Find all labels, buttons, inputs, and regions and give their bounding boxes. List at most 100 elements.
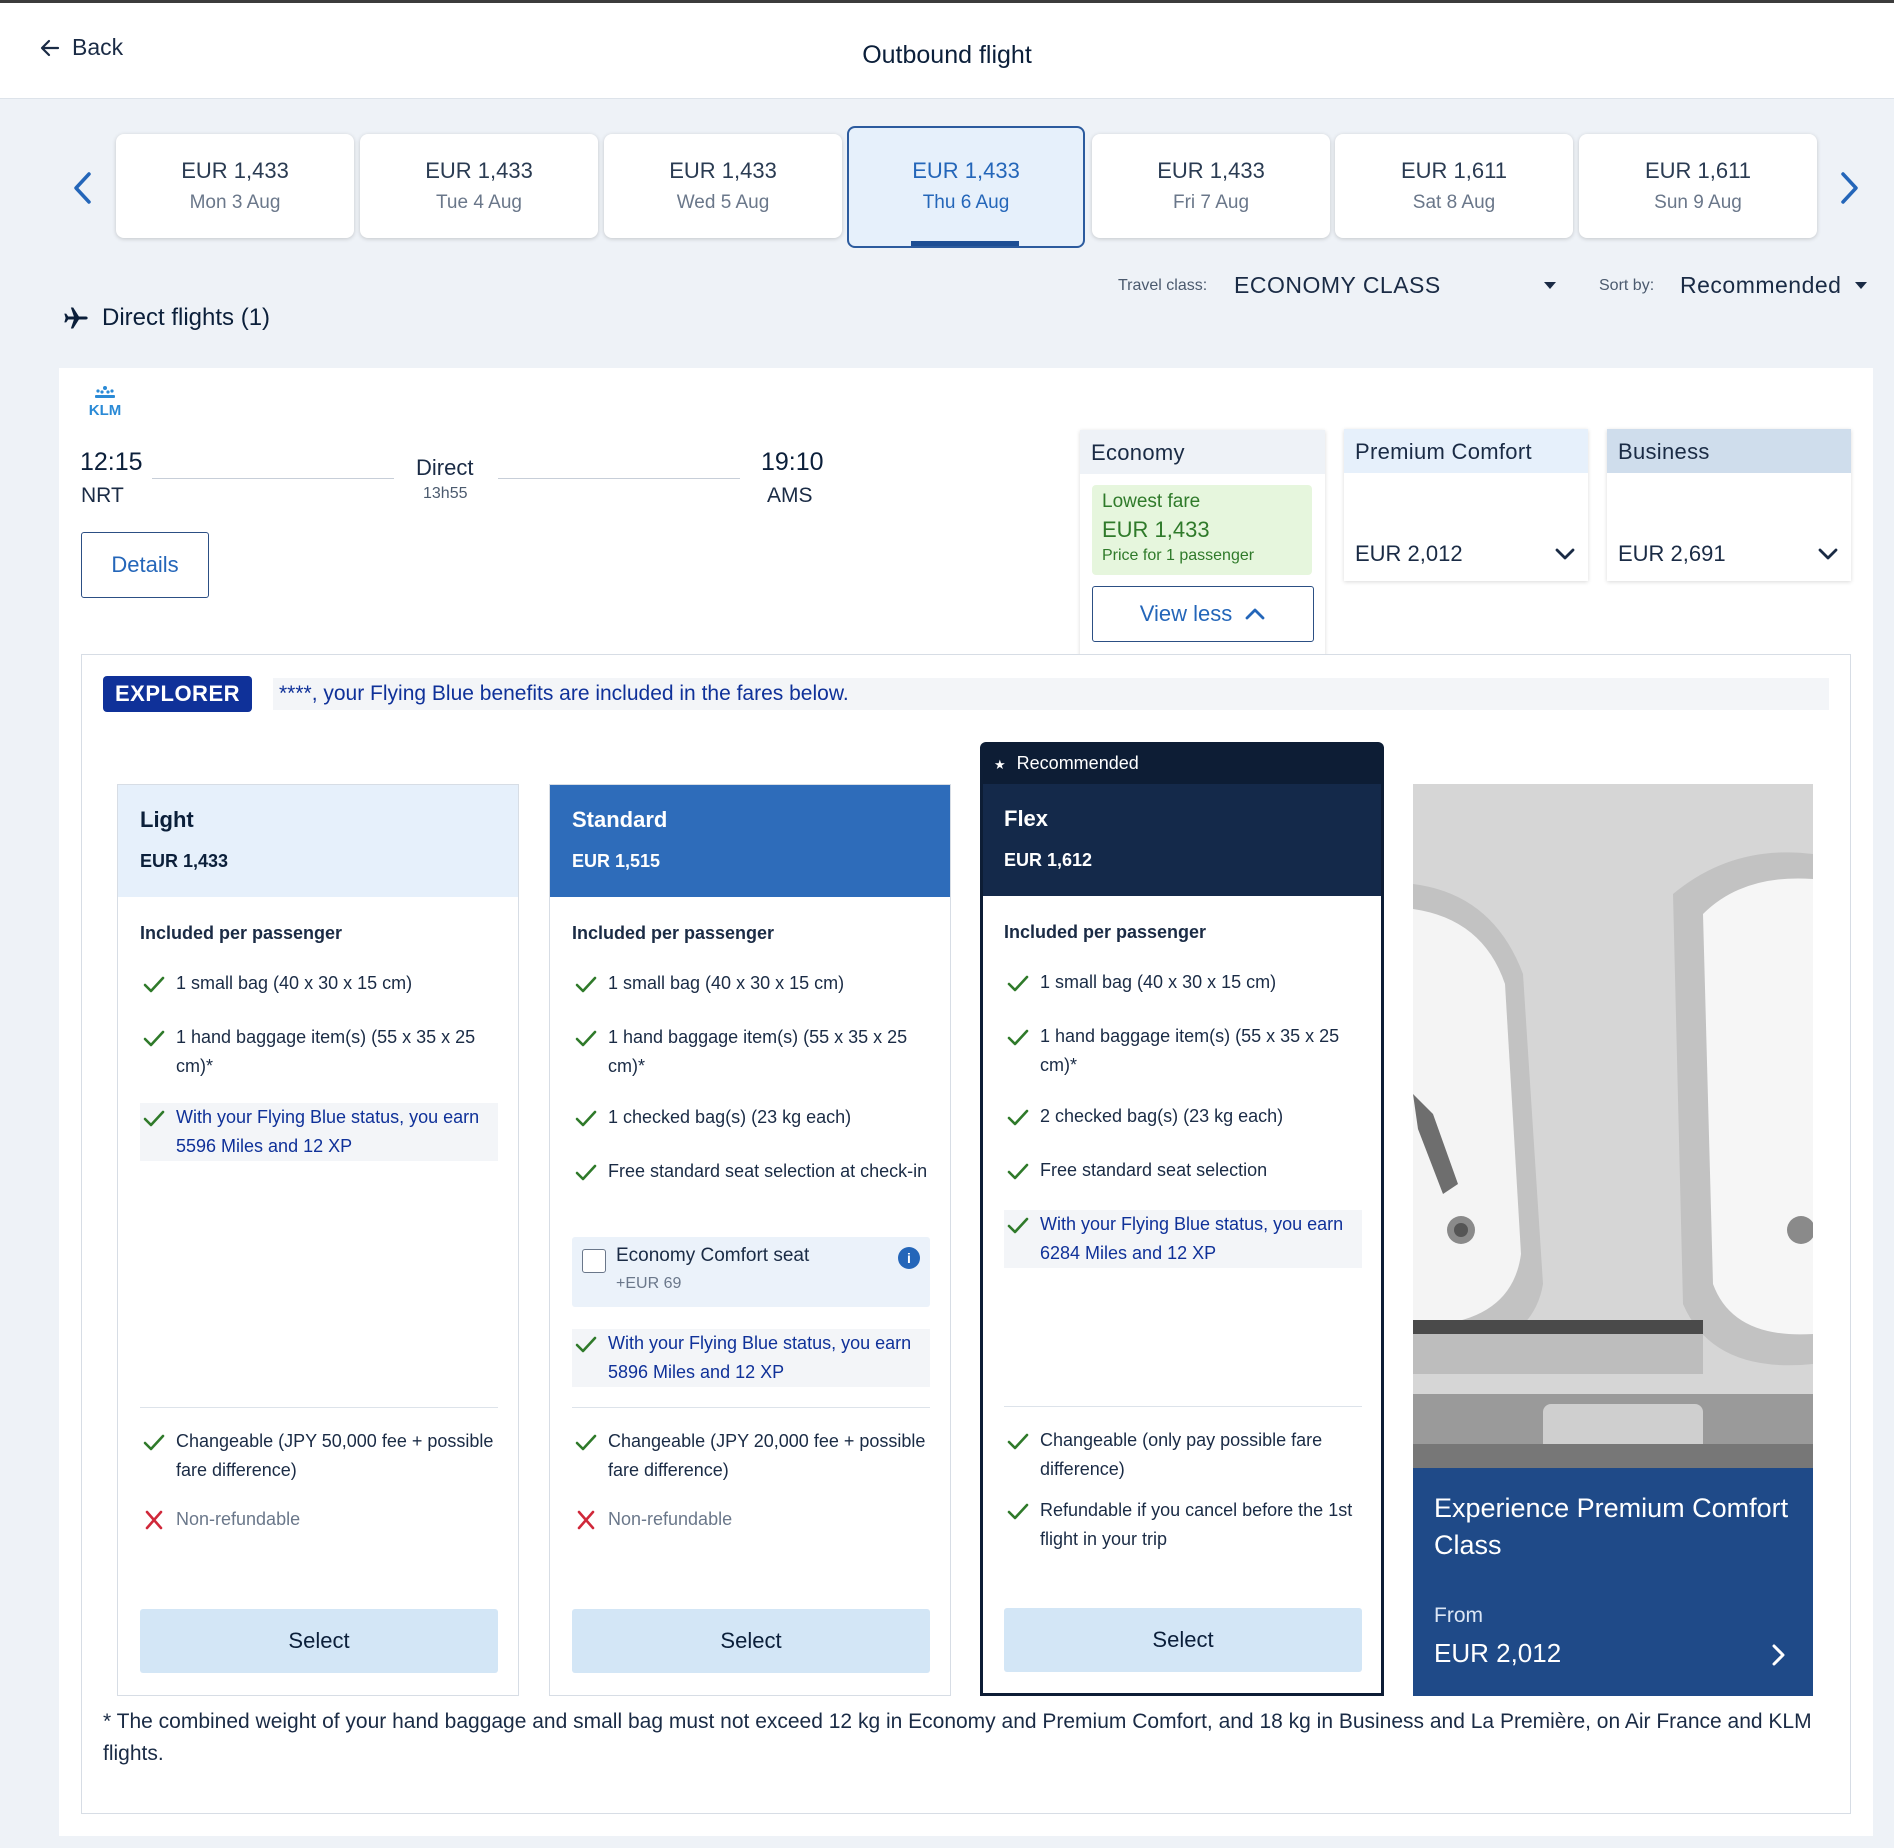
cabin-price: EUR 2,691 — [1618, 541, 1726, 566]
cabin-window-illustration — [1413, 784, 1813, 1468]
travel-class-select[interactable]: ECONOMY CLASS — [1234, 272, 1441, 299]
cabin-business[interactable]: Business EUR 2,691 — [1607, 429, 1851, 581]
feature-text: With your Flying Blue status, you earn 6… — [1040, 1214, 1344, 1263]
feature-item-flying-blue: With your Flying Blue status, you earn 5… — [572, 1329, 930, 1387]
feature-text: 1 hand baggage item(s) (55 x 35 x 25 cm)… — [1040, 1026, 1340, 1075]
cabin-title: Premium Comfort — [1344, 429, 1588, 473]
promo-price: EUR 2,012 — [1434, 1638, 1562, 1668]
date-option-thu-6-aug-selected[interactable]: EUR 1,433 Thu 6 Aug — [847, 126, 1085, 248]
fare-price: EUR 1,433 — [140, 851, 229, 871]
condition-item: Non-refundable — [140, 1505, 498, 1534]
select-flex-button[interactable]: Select — [1004, 1608, 1362, 1672]
premium-comfort-promo[interactable]: Experience Premium Comfort Class From EU… — [1413, 784, 1813, 1696]
feature-text: Free standard seat selection at check-in — [608, 1161, 928, 1181]
selected-indicator — [911, 241, 1019, 246]
info-icon[interactable]: i — [898, 1247, 920, 1269]
feature-item: 1 small bag (40 x 30 x 15 cm) — [1004, 968, 1362, 997]
baggage-footnote: * The combined weight of your hand bagga… — [103, 1710, 1812, 1765]
route-line-left — [152, 478, 394, 479]
details-button[interactable]: Details — [81, 532, 209, 598]
condition-text: Non-refundable — [176, 1509, 301, 1529]
star-icon: ★ — [994, 757, 1006, 772]
view-less-button[interactable]: View less — [1092, 586, 1314, 642]
flying-blue-message: ****, your Flying Blue benefits are incl… — [273, 678, 1829, 710]
cabin-title: Economy — [1080, 430, 1325, 474]
condition-text: Non-refundable — [608, 1509, 733, 1529]
check-icon — [1007, 1503, 1029, 1520]
condition-item: Changeable (JPY 20,000 fee + possible fa… — [572, 1427, 930, 1485]
sort-by-caret-icon[interactable] — [1855, 282, 1867, 289]
feature-text: 1 hand baggage item(s) (55 x 35 x 25 cm)… — [176, 1027, 476, 1076]
stops-label: Direct — [416, 455, 474, 480]
date-option-sat-8-aug[interactable]: EUR 1,611 Sat 8 Aug — [1335, 134, 1573, 238]
check-icon — [575, 1030, 597, 1047]
lowest-fare-label: Lowest fare — [1102, 491, 1201, 512]
select-standard-button[interactable]: Select — [572, 1609, 930, 1673]
view-less-label: View less — [1139, 601, 1233, 626]
departure-time: 12:15 — [80, 448, 143, 476]
check-icon — [143, 1110, 165, 1127]
feature-text: 2 checked bag(s) (23 kg each) — [1040, 1106, 1284, 1126]
check-icon — [1007, 1163, 1029, 1180]
economy-comfort-upsell: Economy Comfort seat +EUR 69 i — [572, 1237, 930, 1307]
departure-airport: NRT — [81, 484, 124, 507]
fare-card-flex: Flex EUR 1,612 Included per passenger 1 … — [980, 784, 1384, 1696]
feature-text: 1 checked bag(s) (23 kg each) — [608, 1107, 852, 1127]
chevron-right-icon[interactable] — [1767, 1642, 1789, 1668]
included-title: Included per passenger — [140, 923, 343, 943]
date-option-wed-5-aug[interactable]: EUR 1,433 Wed 5 Aug — [604, 134, 842, 238]
chevron-down-icon[interactable] — [1554, 543, 1576, 565]
fare-card-light: Light EUR 1,433 Included per passenger 1… — [117, 784, 519, 1696]
date-price: EUR 1,611 — [1401, 158, 1507, 183]
date-option-fri-7-aug[interactable]: EUR 1,433 Fri 7 Aug — [1092, 134, 1330, 238]
lowest-fare-box: Lowest fare EUR 1,433 Price for 1 passen… — [1092, 485, 1312, 575]
check-icon — [575, 1110, 597, 1127]
feature-text: 1 small bag (40 x 30 x 15 cm) — [1040, 972, 1277, 992]
promo-title: Experience Premium Comfort Class — [1434, 1493, 1789, 1560]
condition-item: Non-refundable — [572, 1505, 930, 1534]
previous-dates-button[interactable] — [68, 170, 98, 206]
feature-item: 1 checked bag(s) (23 kg each) — [572, 1103, 930, 1132]
feature-item: 1 small bag (40 x 30 x 15 cm) — [140, 969, 498, 998]
select-light-button[interactable]: Select — [140, 1609, 498, 1673]
date-option-mon-3-aug[interactable]: EUR 1,433 Mon 3 Aug — [116, 134, 354, 238]
sort-by-select[interactable]: Recommended — [1680, 272, 1841, 299]
feature-text: 1 hand baggage item(s) (55 x 35 x 25 cm)… — [608, 1027, 908, 1076]
condition-item: Refundable if you cancel before the 1st … — [1004, 1496, 1362, 1554]
klm-logo: KLM — [89, 386, 121, 417]
date-price: EUR 1,433 — [1157, 158, 1265, 183]
feature-item: 1 hand baggage item(s) (55 x 35 x 25 cm)… — [1004, 1022, 1362, 1080]
check-icon — [1007, 1433, 1029, 1450]
chevron-left-icon — [74, 172, 91, 204]
chevron-down-icon[interactable] — [1817, 543, 1839, 565]
travel-class-label: Travel class: — [1118, 277, 1208, 294]
date-option-sun-9-aug[interactable]: EUR 1,611 Sun 9 Aug — [1579, 134, 1817, 238]
fare-price: EUR 1,515 — [572, 851, 661, 871]
cabin-premium-comfort[interactable]: Premium Comfort EUR 2,012 — [1344, 429, 1588, 581]
explorer-badge: EXPLORER — [103, 676, 252, 712]
airplane-icon — [64, 307, 88, 329]
fare-header: Light EUR 1,433 — [118, 785, 518, 897]
price-per-passenger-note: Price for 1 passenger — [1102, 547, 1255, 564]
route-line-right — [498, 478, 740, 479]
economy-comfort-price: +EUR 69 — [616, 1275, 682, 1292]
feature-item-flying-blue: With your Flying Blue status, you earn 6… — [1004, 1210, 1362, 1268]
check-icon — [143, 1030, 165, 1047]
next-dates-button[interactable] — [1834, 170, 1864, 206]
direct-flights-heading: Direct flights (1) — [62, 304, 270, 332]
economy-comfort-checkbox[interactable] — [582, 1249, 606, 1273]
feature-item: 1 hand baggage item(s) (55 x 35 x 25 cm)… — [140, 1023, 498, 1081]
divider — [140, 1407, 498, 1408]
travel-class-caret-icon[interactable] — [1544, 282, 1556, 289]
condition-item: Changeable (only pay possible fare diffe… — [1004, 1426, 1362, 1484]
date-day: Wed 5 Aug — [676, 192, 770, 213]
promo-from-label: From — [1434, 1604, 1483, 1627]
date-option-tue-4-aug[interactable]: EUR 1,433 Tue 4 Aug — [360, 134, 598, 238]
page-header: Back Outbound flight — [0, 3, 1894, 99]
check-icon — [143, 976, 165, 993]
date-day: Fri 7 Aug — [1172, 192, 1250, 213]
feature-item: Free standard seat selection at check-in — [572, 1157, 930, 1186]
feature-item: Free standard seat selection — [1004, 1156, 1362, 1185]
feature-item-flying-blue: With your Flying Blue status, you earn 5… — [140, 1103, 498, 1161]
feature-text: With your Flying Blue status, you earn 5… — [608, 1333, 912, 1382]
